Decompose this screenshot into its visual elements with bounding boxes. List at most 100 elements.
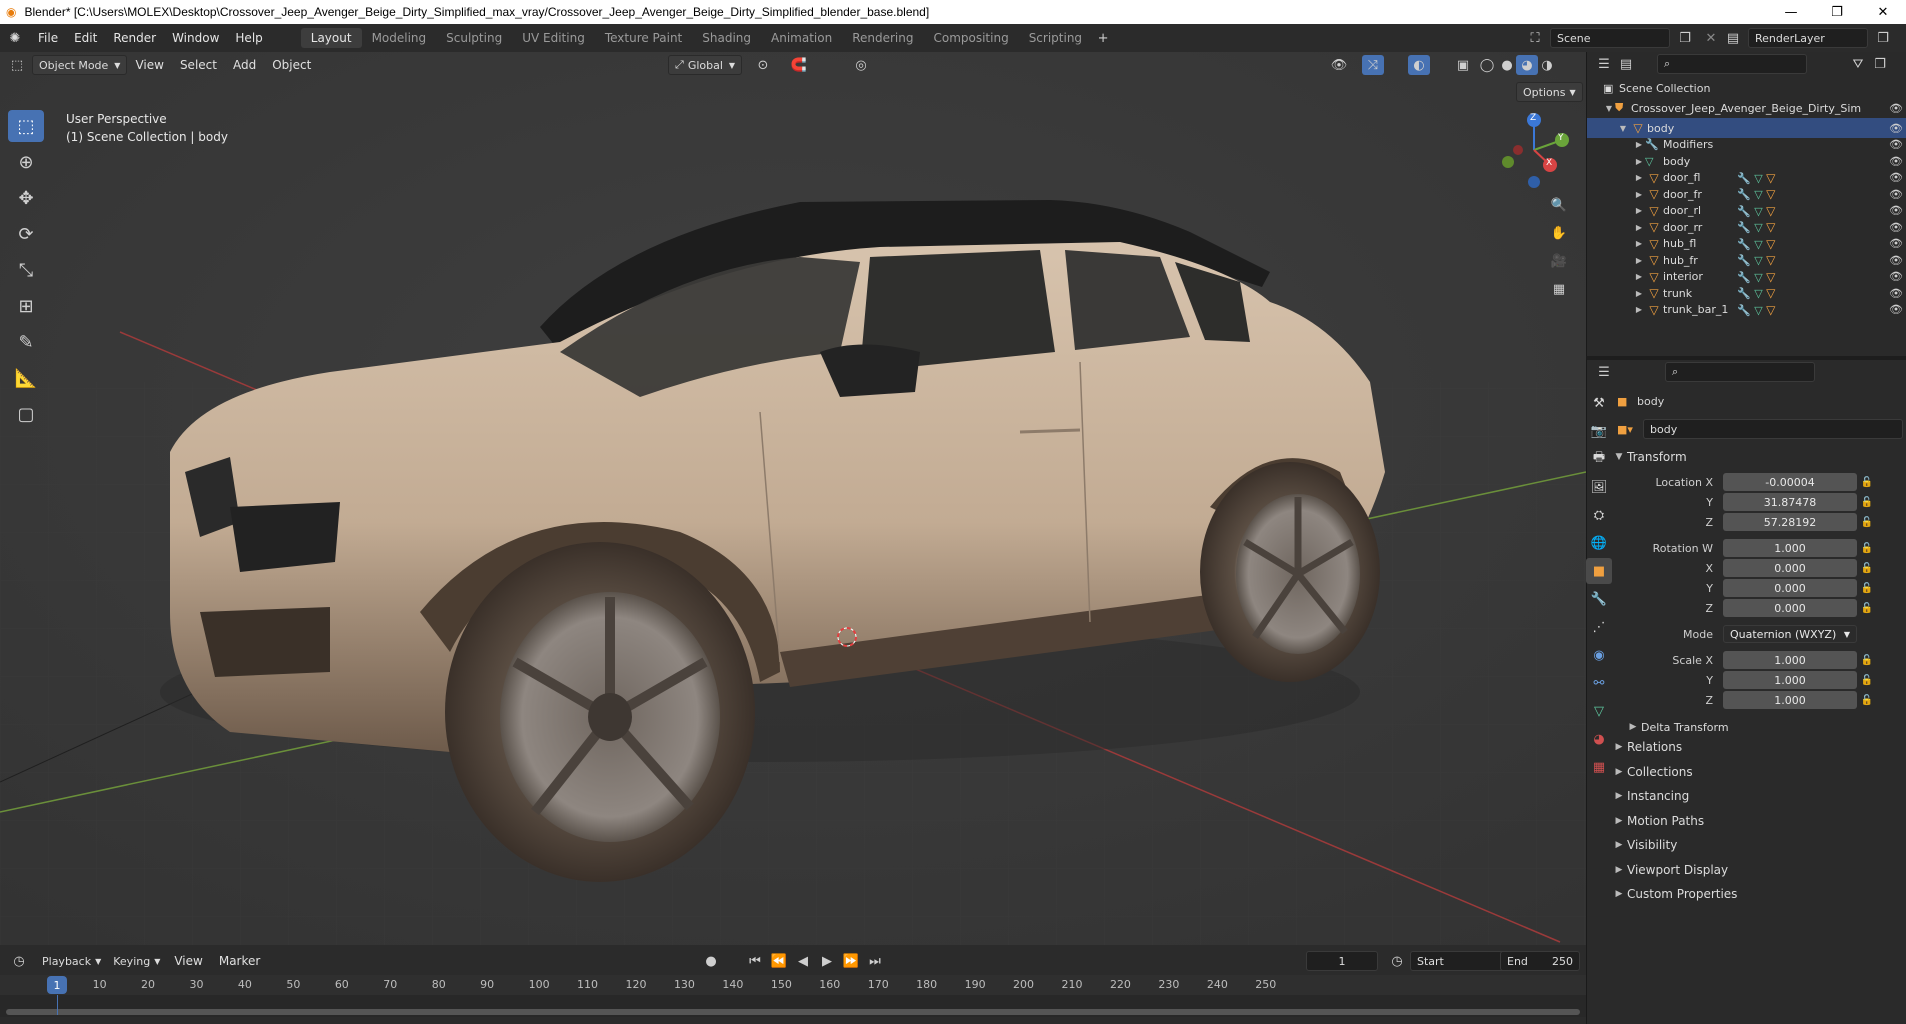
lock-icon[interactable]: 🔓 bbox=[1857, 563, 1877, 574]
object-tab-icon[interactable]: ■ bbox=[1586, 558, 1612, 584]
navigation-gizmo[interactable]: Z Y X bbox=[1490, 110, 1570, 190]
visibility-eye-icon[interactable]: 👁 bbox=[1889, 287, 1903, 300]
add-workspace-icon[interactable]: + bbox=[1092, 28, 1114, 48]
panel-header-viewport-display[interactable]: ▶ Viewport Display bbox=[1611, 859, 1906, 881]
particles-tab-icon[interactable]: ⋰ bbox=[1586, 614, 1612, 640]
display-mode-icon[interactable]: ▤ bbox=[1615, 54, 1637, 74]
menu-window[interactable]: Window bbox=[164, 31, 227, 45]
blender-menu-icon[interactable]: ✺ bbox=[0, 31, 30, 46]
timeline-view-menu[interactable]: View bbox=[166, 954, 210, 968]
proportional-edit-icon[interactable]: ◎ bbox=[850, 55, 872, 75]
renderlayer-icon[interactable]: ▤ bbox=[1722, 28, 1744, 48]
world-tab-icon[interactable]: 🌐 bbox=[1586, 530, 1612, 556]
start-frame-field[interactable]: Start1 bbox=[1410, 951, 1514, 971]
move-tool-icon[interactable]: ✥ bbox=[8, 182, 44, 214]
renderlayer-field[interactable]: RenderLayer bbox=[1748, 28, 1868, 48]
outliner-editor-icon[interactable]: ☰ bbox=[1593, 54, 1615, 74]
minimize-button[interactable]: — bbox=[1768, 0, 1814, 24]
location-x-field[interactable]: -0.00004 bbox=[1723, 473, 1857, 491]
lock-icon[interactable]: 🔓 bbox=[1857, 695, 1877, 706]
lock-icon[interactable]: 🔓 bbox=[1857, 583, 1877, 594]
scene-tab-icon[interactable]: ⛭ bbox=[1586, 502, 1612, 528]
tab-sculpting[interactable]: Sculpting bbox=[436, 28, 512, 48]
lock-icon[interactable]: 🔓 bbox=[1857, 477, 1877, 488]
visibility-eye-icon[interactable]: 👁 bbox=[1889, 303, 1903, 316]
panel-header-relations[interactable]: ▶ Relations bbox=[1611, 736, 1906, 758]
scale-z-field[interactable]: 1.000 bbox=[1723, 691, 1857, 709]
modifier-tab-icon[interactable]: 🔧 bbox=[1586, 586, 1612, 612]
gizmo-toggle-icon[interactable]: ⤨ bbox=[1362, 55, 1384, 75]
current-frame-field[interactable]: 1 bbox=[1306, 951, 1378, 971]
keying-menu[interactable]: Keying ▼ bbox=[107, 951, 166, 971]
menu-file[interactable]: File bbox=[30, 31, 66, 45]
expand-arrow-icon[interactable]: ▶ bbox=[1633, 256, 1645, 265]
tab-texture-paint[interactable]: Texture Paint bbox=[595, 28, 692, 48]
scale-y-field[interactable]: 1.000 bbox=[1723, 671, 1857, 689]
expand-collection-icon[interactable]: ▼ bbox=[1603, 104, 1615, 113]
timeline-marker-menu[interactable]: Marker bbox=[211, 954, 268, 968]
expand-arrow-icon[interactable]: ▶ bbox=[1633, 190, 1645, 199]
lock-icon[interactable]: 🔓 bbox=[1857, 603, 1877, 614]
tab-animation[interactable]: Animation bbox=[761, 28, 842, 48]
timeline-scrollbar[interactable] bbox=[6, 1009, 1580, 1015]
rotation-mode-dropdown[interactable]: Quaternion (WXYZ) ▼ bbox=[1723, 625, 1857, 643]
solid-shading-icon[interactable]: ● bbox=[1496, 55, 1518, 75]
expand-arrow-icon[interactable]: ▶ bbox=[1633, 157, 1645, 166]
expand-arrow-icon[interactable]: ▼ bbox=[1617, 124, 1629, 133]
visibility-eye-icon[interactable]: 👁 bbox=[1889, 204, 1903, 217]
visibility-eye-icon[interactable]: 👁 bbox=[1889, 155, 1903, 168]
ortho-toggle-icon[interactable]: ▦ bbox=[1548, 279, 1570, 299]
rotate-tool-icon[interactable]: ⟳ bbox=[8, 218, 44, 250]
visibility-icon[interactable]: 👁 bbox=[1328, 55, 1350, 75]
next-key-icon[interactable]: ⏩ bbox=[840, 951, 862, 971]
frame-ruler[interactable]: 10 20 30 40 50 60 70 80 90 100 110 120 130 140 150 160 1… bbox=[0, 975, 1586, 995]
lock-icon[interactable]: 🔓 bbox=[1857, 517, 1877, 528]
expand-arrow-icon[interactable]: ▶ bbox=[1633, 239, 1645, 248]
tab-layout[interactable]: Layout bbox=[300, 28, 362, 48]
orientation-selector[interactable]: ⤢ Global ▼ bbox=[668, 55, 743, 75]
panel-header-visibility[interactable]: ▶ Visibility bbox=[1611, 834, 1906, 856]
tab-uv-editing[interactable]: UV Editing bbox=[512, 28, 595, 48]
properties-search-input[interactable]: ⌕ bbox=[1665, 362, 1815, 382]
expand-arrow-icon[interactable]: ▶ bbox=[1633, 289, 1645, 298]
new-renderlayer-icon[interactable]: ❐ bbox=[1872, 28, 1894, 48]
tab-compositing[interactable]: Compositing bbox=[923, 28, 1018, 48]
delta-transform-header[interactable]: ▶ Delta Transform bbox=[1625, 716, 1906, 738]
panel-header-custom-properties[interactable]: ▶ Custom Properties bbox=[1611, 883, 1906, 905]
lock-icon[interactable]: 🔓 bbox=[1857, 543, 1877, 554]
playhead[interactable]: 1 bbox=[47, 976, 67, 994]
scene-field[interactable]: Scene bbox=[1550, 28, 1670, 48]
play-icon[interactable]: ▶ bbox=[816, 951, 838, 971]
mode-selector[interactable]: Object Mode ▼ bbox=[32, 55, 128, 75]
texture-tab-icon[interactable]: ▦ bbox=[1586, 754, 1612, 780]
expand-arrow-icon[interactable]: ▶ bbox=[1633, 140, 1645, 149]
object-browse-icon[interactable]: ■▾ bbox=[1617, 423, 1643, 436]
panel-header-instancing[interactable]: ▶ Instancing bbox=[1611, 785, 1906, 807]
playback-menu[interactable]: Playback ▼ bbox=[36, 951, 107, 971]
view-layer-tab-icon[interactable]: 🖼 bbox=[1586, 474, 1612, 500]
pan-hand-icon[interactable]: ✋ bbox=[1548, 223, 1570, 243]
overlay-toggle-icon[interactable]: ◐ bbox=[1408, 55, 1430, 75]
vp-menu-object[interactable]: Object bbox=[264, 58, 319, 72]
visibility-eye-icon[interactable]: 👁 bbox=[1889, 138, 1903, 151]
panel-header-collections[interactable]: ▶ Collections bbox=[1611, 761, 1906, 783]
rendered-shading-icon[interactable]: ◑ bbox=[1536, 55, 1558, 75]
rotation-w-field[interactable]: 1.000 bbox=[1723, 539, 1857, 557]
delete-scene-icon[interactable]: ✕ bbox=[1700, 28, 1722, 48]
visibility-eye-icon[interactable]: 👁 bbox=[1889, 122, 1903, 135]
expand-arrow-icon[interactable]: ▶ bbox=[1633, 206, 1645, 215]
wireframe-shading-icon[interactable]: ◯ bbox=[1476, 55, 1498, 75]
visibility-eye-icon[interactable]: 👁 bbox=[1889, 171, 1903, 184]
options-button[interactable]: Options ▼ bbox=[1516, 82, 1583, 102]
new-scene-icon[interactable]: ❐ bbox=[1674, 28, 1696, 48]
outliner-item[interactable]: ▶ ▽ trunk_bar_1 🔧 ▽ ▽ 👁 bbox=[1587, 300, 1906, 320]
jump-end-icon[interactable]: ⏭ bbox=[864, 951, 886, 971]
clock-icon[interactable]: ◷ bbox=[1386, 951, 1408, 971]
maximize-button[interactable]: ❐ bbox=[1814, 0, 1860, 24]
scale-x-field[interactable]: 1.000 bbox=[1723, 651, 1857, 669]
constraints-tab-icon[interactable]: ⚯ bbox=[1586, 670, 1612, 696]
vp-menu-add[interactable]: Add bbox=[225, 58, 264, 72]
lock-icon[interactable]: 🔓 bbox=[1857, 655, 1877, 666]
camera-view-icon[interactable]: 🎥 bbox=[1548, 251, 1570, 271]
material-tab-icon[interactable]: ◕ bbox=[1586, 726, 1612, 752]
